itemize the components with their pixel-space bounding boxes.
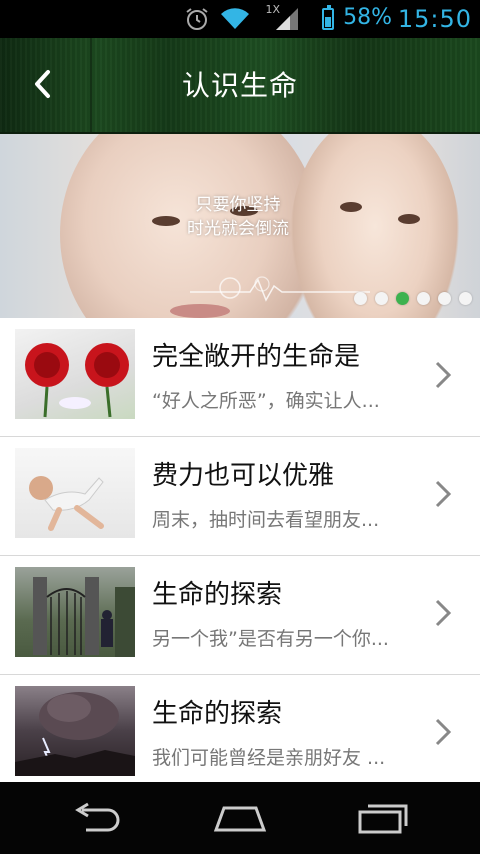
article-title: 生命的探索 [152, 580, 283, 610]
article-list: 完全敞开的生命是 “好人之所恶”，确实让人... 费力也可以优雅 周末，抽时间去… [0, 318, 480, 782]
garden-gate-image [15, 567, 135, 657]
list-item[interactable]: 费力也可以优雅 周末，抽时间去看望朋友... [0, 437, 480, 556]
article-title: 费力也可以优雅 [152, 461, 335, 491]
chevron-right-icon [435, 480, 452, 508]
baby-crawling-image [15, 448, 135, 538]
clock: 15:50 [397, 5, 472, 33]
article-summary: 另一个我”是否有另一个你... [152, 628, 389, 650]
banner-caption-line1: 只要你坚持 [195, 195, 281, 215]
status-bar: 1X 58% 15:50 [0, 0, 480, 38]
list-item[interactable]: 生命的探索 我们可能曾经是亲朋好友 ... [0, 675, 480, 782]
page-title: 认识生命 [181, 69, 298, 102]
system-nav-bar [0, 782, 480, 854]
red-roses-image [15, 329, 135, 419]
volcano-lightning-image [15, 686, 135, 776]
list-item[interactable]: 完全敞开的生命是 “好人之所恶”，确实让人... [0, 318, 480, 437]
battery-icon [322, 5, 334, 30]
page-dot[interactable] [375, 292, 388, 305]
article-summary: 我们可能曾经是亲朋好友 ... [152, 747, 386, 769]
heartbeat-line-graphic [190, 276, 370, 302]
article-summary: 周末，抽时间去看望朋友... [152, 509, 380, 531]
wifi-icon [221, 8, 249, 29]
page-dot-active[interactable] [396, 292, 409, 305]
hero-banner[interactable]: 只要你坚持 时光就会倒流 [0, 134, 480, 318]
banner-caption-line2: 时光就会倒流 [187, 219, 289, 239]
article-title: 完全敞开的生命是 [152, 342, 361, 372]
chevron-right-icon [435, 718, 452, 746]
banner-page-indicator [354, 292, 472, 305]
page-dot[interactable] [354, 292, 367, 305]
article-title: 生命的探索 [152, 699, 283, 729]
page-dot[interactable] [459, 292, 472, 305]
battery-percent: 58% [343, 5, 392, 30]
article-summary: “好人之所恶”，确实让人... [152, 390, 380, 412]
alarm-icon [186, 8, 208, 30]
page-dot[interactable] [438, 292, 451, 305]
back-icon[interactable] [68, 800, 128, 836]
chevron-right-icon [435, 361, 452, 389]
recent-apps-icon[interactable] [352, 800, 412, 836]
list-item[interactable]: 生命的探索 另一个我”是否有另一个你... [0, 556, 480, 675]
signal-icon [276, 8, 298, 30]
home-icon[interactable] [210, 800, 270, 836]
page-dot[interactable] [417, 292, 430, 305]
chevron-right-icon [435, 599, 452, 627]
title-bar: 认识生命 [0, 38, 480, 134]
